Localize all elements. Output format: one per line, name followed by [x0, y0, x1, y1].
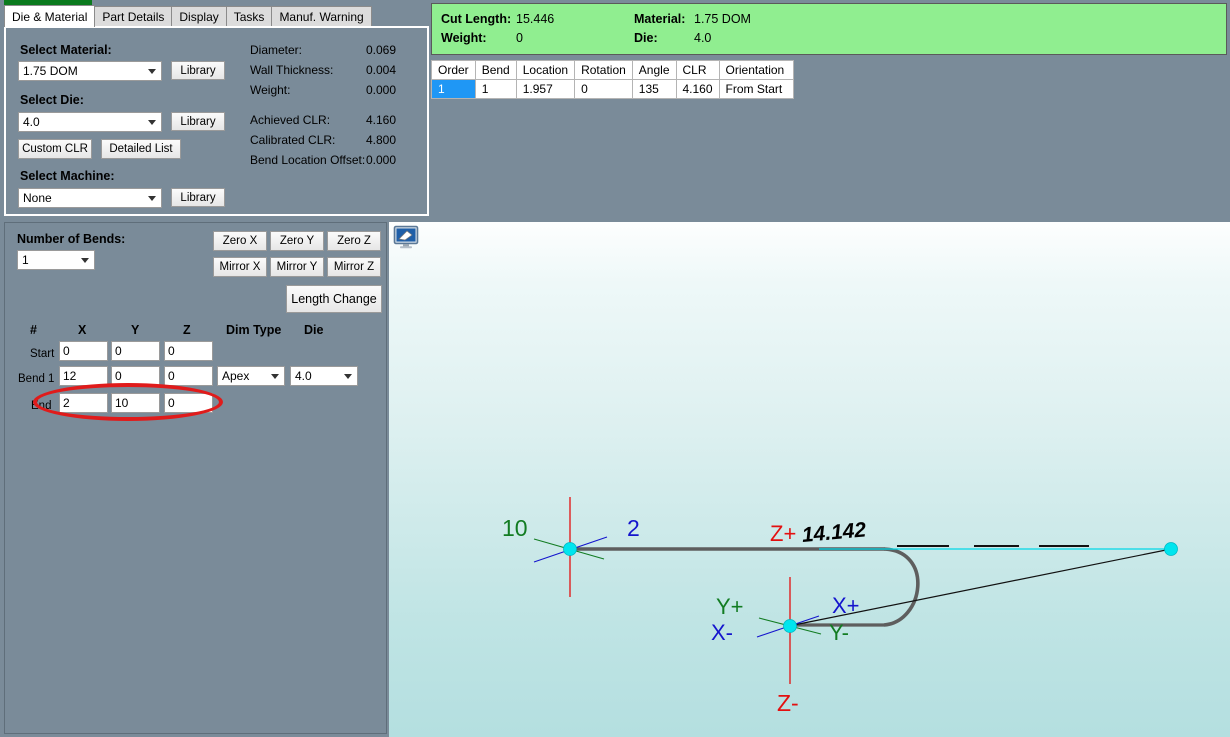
cell-orientation[interactable]: From Start [718, 79, 794, 99]
bend1-die-select[interactable]: 4.0 [290, 366, 358, 386]
grid-header-die: Die [304, 323, 324, 337]
end-z-input[interactable] [164, 393, 213, 413]
label-axis-z-plus: Z+ [770, 521, 797, 546]
col-orientation: Orientation [718, 60, 794, 80]
cell-bend[interactable]: 1 [474, 79, 517, 99]
bend1-y-input[interactable] [111, 366, 160, 386]
material-select[interactable]: 1.75 DOM [18, 61, 162, 81]
col-rotation: Rotation [574, 60, 633, 80]
stat-label-wall-thickness: Wall Thickness: [250, 63, 334, 77]
machine-select[interactable]: None [18, 188, 162, 208]
stat-value-achieved-clr: 4.160 [366, 113, 397, 127]
col-clr: CLR [675, 60, 720, 80]
summary-weight-value: 0 [516, 31, 523, 45]
mirror-z-button[interactable]: Mirror Z [327, 257, 381, 277]
stat-label-weight: Weight: [250, 83, 291, 97]
bend-order-table[interactable]: Order Bend Location Rotation Angle CLR O… [431, 60, 794, 99]
summary-material-label: Material: [634, 12, 686, 26]
3d-viewport[interactable]: 10 2 Z+ 14.142 Y+ X- X+ Y- Z- [389, 222, 1230, 737]
select-machine-label: Select Machine: [20, 169, 115, 183]
cell-clr[interactable]: 4.160 [675, 79, 720, 99]
col-angle: Angle [631, 60, 677, 80]
grid-header-number: # [30, 323, 37, 337]
label-axis-x-plus: X+ [832, 593, 860, 618]
label-axis-z-minus: Z- [777, 690, 799, 716]
label-segment-length-2: 2 [627, 515, 640, 541]
stat-label-diameter: Diameter: [250, 43, 303, 57]
cell-angle[interactable]: 135 [631, 79, 677, 99]
summary-cut-length-label: Cut Length: [441, 12, 512, 26]
summary-cut-length-value: 15.446 [516, 12, 555, 26]
zero-x-button[interactable]: Zero X [213, 231, 267, 251]
label-axis-y-plus: Y+ [716, 594, 744, 619]
application-window: Die & Material Part Details Display Task… [0, 0, 1230, 737]
tab-tasks[interactable]: Tasks [225, 6, 273, 27]
summary-material-value: 1.75 DOM [694, 12, 751, 26]
col-order: Order [431, 60, 476, 80]
summary-bar: Cut Length: 15.446 Weight: 0 Material: 1… [431, 3, 1227, 55]
stat-value-diameter: 0.069 [366, 43, 397, 57]
tab-die-and-material[interactable]: Die & Material [4, 5, 96, 27]
end-y-input[interactable] [111, 393, 160, 413]
summary-die-label: Die: [634, 31, 658, 45]
machine-library-button[interactable]: Library [171, 188, 225, 207]
col-location: Location [515, 60, 576, 80]
cell-location[interactable]: 1.957 [515, 79, 576, 99]
col-bend: Bend [474, 60, 517, 80]
summary-die-value: 4.0 [694, 31, 712, 45]
grid-header-y: Y [131, 323, 140, 337]
cell-rotation[interactable]: 0 [574, 79, 633, 99]
bend1-z-input[interactable] [164, 366, 213, 386]
stat-value-wall-thickness: 0.004 [366, 63, 397, 77]
stat-label-bend-location-offset: Bend Location Offset: [250, 153, 366, 167]
tab-manuf-warning[interactable]: Manuf. Warning [271, 6, 372, 27]
custom-clr-button[interactable]: Custom CLR [18, 139, 92, 159]
bend1-x-input[interactable] [59, 366, 108, 386]
grid-header-z: Z [183, 323, 191, 337]
number-of-bends-select[interactable]: 1 [17, 250, 95, 270]
die-library-button[interactable]: Library [171, 112, 225, 131]
table-header-row: Order Bend Location Rotation Angle CLR O… [431, 60, 794, 80]
start-x-input[interactable] [59, 341, 108, 361]
table-row[interactable]: 1 1 1.957 0 135 4.160 From Start [431, 79, 794, 99]
row-label-start: Start [30, 348, 55, 360]
tab-part-details[interactable]: Part Details [94, 6, 173, 27]
zero-y-button[interactable]: Zero Y [270, 231, 324, 251]
material-library-button[interactable]: Library [171, 61, 225, 80]
select-material-label: Select Material: [20, 43, 112, 57]
summary-weight-label: Weight: [441, 31, 487, 45]
grid-header-dim-type: Dim Type [226, 323, 282, 337]
label-axis-x-minus: X- [711, 620, 733, 645]
label-segment-length-10: 10 [502, 515, 528, 541]
row-label-bend-1: Bend 1 [18, 373, 55, 385]
bends-panel: Number of Bends: 1 Zero X Zero Y Zero Z … [4, 222, 387, 734]
stat-label-calibrated-clr: Calibrated CLR: [250, 133, 336, 147]
cell-order[interactable]: 1 [431, 79, 476, 99]
start-y-input[interactable] [111, 341, 160, 361]
end-x-input[interactable] [59, 393, 108, 413]
stat-label-achieved-clr: Achieved CLR: [250, 113, 331, 127]
mirror-x-button[interactable]: Mirror X [213, 257, 267, 277]
label-axis-y-minus: Y- [829, 620, 849, 645]
part-geometry [533, 497, 1178, 684]
die-and-material-panel: Select Material: 1.75 DOM Library Select… [4, 26, 429, 216]
stat-value-bend-location-offset: 0.000 [366, 153, 397, 167]
stat-value-calibrated-clr: 4.800 [366, 133, 397, 147]
stat-value-weight: 0.000 [366, 83, 397, 97]
detailed-list-button[interactable]: Detailed List [101, 139, 181, 159]
start-z-input[interactable] [164, 341, 213, 361]
length-change-button[interactable]: Length Change [286, 285, 382, 313]
zero-z-button[interactable]: Zero Z [327, 231, 381, 251]
die-select[interactable]: 4.0 [18, 112, 162, 132]
mirror-y-button[interactable]: Mirror Y [270, 257, 324, 277]
row-label-end: End [31, 400, 52, 412]
select-die-label: Select Die: [20, 93, 84, 107]
grid-header-x: X [78, 323, 87, 337]
number-of-bends-label: Number of Bends: [17, 232, 126, 246]
bend1-dim-type-select[interactable]: Apex [217, 366, 285, 386]
tab-bar: Die & Material Part Details Display Task… [4, 5, 429, 27]
tab-display[interactable]: Display [171, 6, 227, 27]
